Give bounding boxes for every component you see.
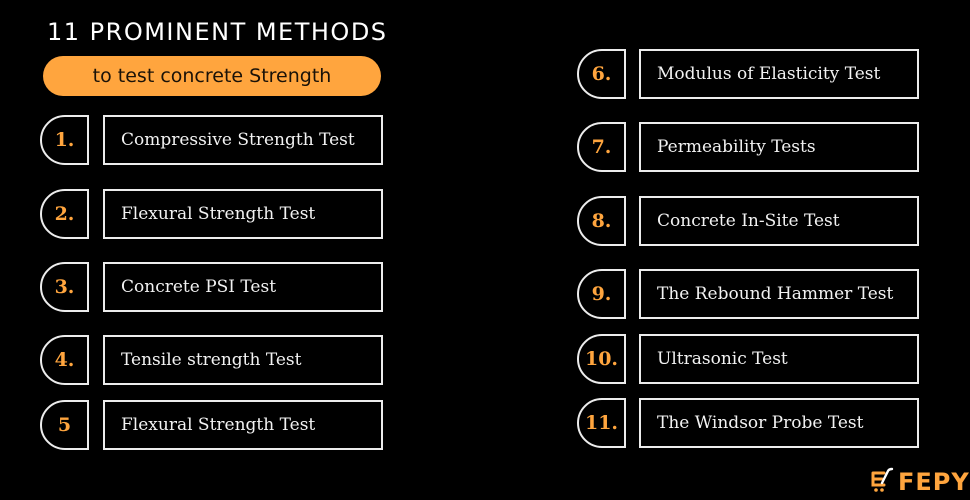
method-label: Flexural Strength Test [121,415,316,435]
method-item: Permeability Tests [639,122,919,172]
method-label: Compressive Strength Test [121,130,355,150]
method-number: 11. [584,412,619,434]
method-number-tab: 6. [577,49,626,99]
method-number-tab: 4. [40,335,89,385]
method-item: Tensile strength Test [103,335,383,385]
method-number-tab: 2. [40,189,89,239]
method-number: 6. [591,63,612,85]
method-item: Flexural Strength Test [103,189,383,239]
method-label: Permeability Tests [657,137,816,157]
method-number: 2. [54,203,75,225]
method-label: The Windsor Probe Test [657,413,864,433]
method-item: Ultrasonic Test [639,334,919,384]
method-label: Concrete PSI Test [121,277,277,297]
method-item: Compressive Strength Test [103,115,383,165]
method-number: 8. [591,210,612,232]
subtitle-text: to test concrete Strength [92,65,332,87]
method-label: Tensile strength Test [121,350,302,370]
page-title: 11 PROMINENT METHODS [47,18,388,46]
fepy-logo[interactable]: FEPY [870,467,970,497]
method-item: Concrete In-Site Test [639,196,919,246]
method-number: 3. [54,276,75,298]
method-number-tab: 8. [577,196,626,246]
method-item: Concrete PSI Test [103,262,383,312]
method-label: Ultrasonic Test [657,349,788,369]
method-number-tab: 7. [577,122,626,172]
subtitle-pill: to test concrete Strength [43,56,381,96]
method-label: Modulus of Elasticity Test [657,64,881,84]
method-label: Concrete In-Site Test [657,211,840,231]
method-number-tab: 3. [40,262,89,312]
shopping-cart-icon [870,467,894,497]
method-number: 10. [584,348,619,370]
method-label: Flexural Strength Test [121,204,316,224]
method-item: Modulus of Elasticity Test [639,49,919,99]
method-item: The Windsor Probe Test [639,398,919,448]
method-number: 7. [591,136,612,158]
method-number: 1. [54,129,75,151]
method-number: 5 [57,414,72,436]
method-number-tab: 9. [577,269,626,319]
method-item: Flexural Strength Test [103,400,383,450]
method-number-tab: 10. [577,334,626,384]
method-number: 4. [54,349,75,371]
method-label: The Rebound Hammer Test [657,284,894,304]
method-item: The Rebound Hammer Test [639,269,919,319]
method-number: 9. [591,283,612,305]
logo-text: FEPY [898,468,970,496]
method-number-tab: 5 [40,400,89,450]
method-number-tab: 1. [40,115,89,165]
method-number-tab: 11. [577,398,626,448]
